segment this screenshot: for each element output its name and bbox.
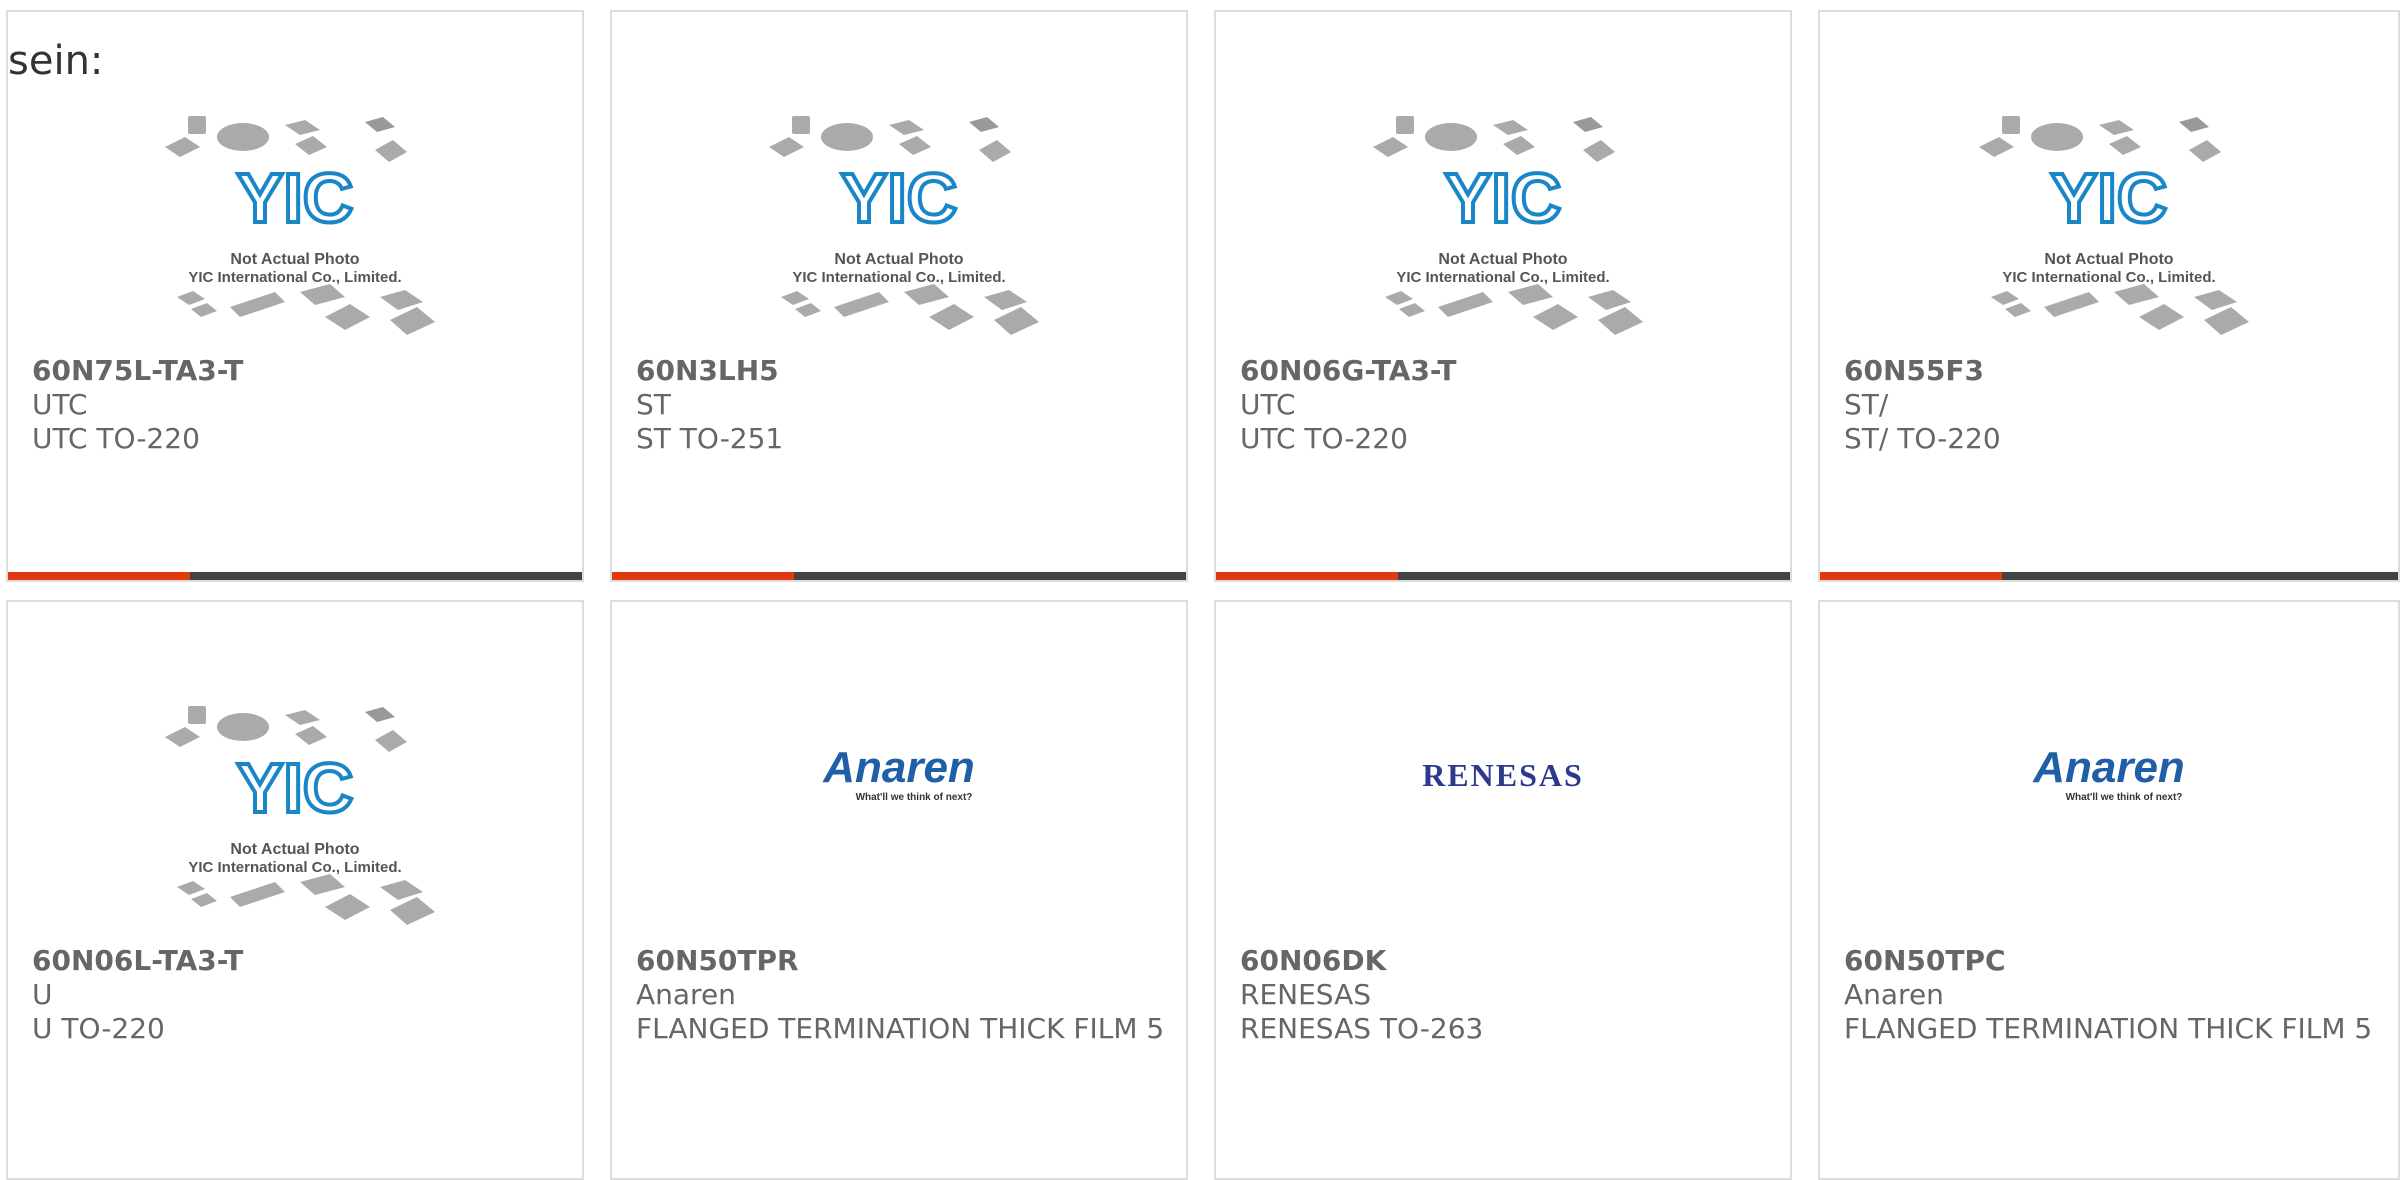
product-card[interactable]: RENESAS 60N06DK RENESAS RENESAS TO-263 xyxy=(1214,600,1792,1180)
product-description: RENESAS TO-263 xyxy=(1240,1012,1484,1045)
brand-name: Anaren xyxy=(1844,978,1944,1011)
part-number[interactable]: 60N06DK xyxy=(1240,944,1770,978)
part-number[interactable]: 60N55F3 xyxy=(1844,354,2374,388)
product-image-anaren-logo[interactable]: Anaren What'll we think of next? xyxy=(1820,682,2398,952)
card-accent-bar xyxy=(8,572,190,580)
product-card[interactable]: YIC Not Actual Photo YIC International C… xyxy=(1818,10,2400,582)
placeholder-line2: YIC International Co., Limited. xyxy=(188,859,401,876)
product-card[interactable]: Anaren What'll we think of next? 60N50TP… xyxy=(610,600,1188,1180)
renesas-logo-text: RENESAS xyxy=(1422,757,1584,793)
product-card[interactable]: YIC Not Actual Photo YIC International C… xyxy=(610,10,1188,582)
part-number[interactable]: 60N50TPR xyxy=(636,944,1166,978)
card-bottom-bar xyxy=(612,572,1186,580)
intro-text: sein: xyxy=(8,38,104,84)
card-accent-bar xyxy=(1820,572,2002,580)
anaren-logo-text: Anaren xyxy=(822,743,975,792)
product-description: UTC TO-220 xyxy=(1240,422,1408,455)
yic-placeholder-image: YIC Not Actual Photo YIC International C… xyxy=(1373,116,1643,335)
product-card[interactable]: Anaren What'll we think of next? 60N50TP… xyxy=(1818,600,2400,1180)
svg-text:YIC: YIC xyxy=(237,749,354,827)
svg-text:YIC: YIC xyxy=(1445,159,1562,237)
product-image-yic-placeholder[interactable]: YIC Not Actual Photo YIC International C… xyxy=(612,92,1186,362)
placeholder-line2: YIC International Co., Limited. xyxy=(792,269,1005,286)
product-image-yic-placeholder[interactable]: YIC Not Actual Photo YIC International C… xyxy=(8,92,582,362)
part-number[interactable]: 60N3LH5 xyxy=(636,354,1166,388)
card-accent-bar xyxy=(612,572,794,580)
anaren-logo-text: Anaren xyxy=(2032,743,2185,792)
placeholder-line1: Not Actual Photo xyxy=(230,251,359,268)
product-card[interactable]: YIC Not Actual Photo YIC International C… xyxy=(6,600,584,1180)
anaren-logo: Anaren What'll we think of next? xyxy=(2032,743,2185,803)
card-bottom-bar xyxy=(1216,572,1790,580)
product-card[interactable]: YIC Not Actual Photo YIC International C… xyxy=(1214,10,1792,582)
product-card[interactable]: YIC Not Actual Photo YIC International C… xyxy=(6,10,584,582)
product-description: FLANGED TERMINATION THICK FILM 5 xyxy=(636,1012,1165,1045)
card-bottom-bar xyxy=(8,572,582,580)
yic-placeholder-image: YIC Not Actual Photo YIC International C… xyxy=(769,116,1039,335)
part-number[interactable]: 60N06G-TA3-T xyxy=(1240,354,1770,388)
placeholder-line2: YIC International Co., Limited. xyxy=(188,269,401,286)
product-image-yic-placeholder[interactable]: YIC Not Actual Photo YIC International C… xyxy=(8,682,582,952)
product-image-yic-placeholder[interactable]: YIC Not Actual Photo YIC International C… xyxy=(1216,92,1790,362)
svg-text:YIC: YIC xyxy=(2051,159,2168,237)
part-number[interactable]: 60N06L-TA3-T xyxy=(32,944,562,978)
product-image-renesas-logo[interactable]: RENESAS xyxy=(1216,682,1790,952)
placeholder-line1: Not Actual Photo xyxy=(2044,251,2173,268)
anaren-logo: Anaren What'll we think of next? xyxy=(822,743,975,803)
renesas-logo: RENESAS xyxy=(1422,757,1584,793)
svg-text:YIC: YIC xyxy=(841,159,958,237)
anaren-logo-tagline: What'll we think of next? xyxy=(856,792,973,803)
anaren-logo-tagline: What'll we think of next? xyxy=(2066,792,2183,803)
placeholder-line1: Not Actual Photo xyxy=(1438,251,1567,268)
card-accent-bar xyxy=(1216,572,1398,580)
placeholder-line1: Not Actual Photo xyxy=(230,841,359,858)
card-bottom-bar xyxy=(1820,572,2398,580)
yic-placeholder-image: YIC Not Actual Photo YIC International C… xyxy=(165,706,435,925)
brand-name: U xyxy=(32,978,53,1011)
brand-name: RENESAS xyxy=(1240,978,1372,1011)
placeholder-line1: Not Actual Photo xyxy=(834,251,963,268)
yic-placeholder-image: YIC Not Actual Photo YIC International C… xyxy=(1979,116,2249,335)
brand-name: UTC xyxy=(1240,388,1296,421)
product-description: ST/ TO-220 xyxy=(1844,422,2001,455)
brand-name: ST/ xyxy=(1844,388,1889,421)
product-grid: YIC Not Actual Photo YIC International C… xyxy=(0,0,2400,1180)
product-description: UTC TO-220 xyxy=(32,422,200,455)
part-number[interactable]: 60N50TPC xyxy=(1844,944,2374,978)
part-number[interactable]: 60N75L-TA3-T xyxy=(32,354,562,388)
brand-name: UTC xyxy=(32,388,88,421)
product-description: FLANGED TERMINATION THICK FILM 5 xyxy=(1844,1012,2373,1045)
product-image-yic-placeholder[interactable]: YIC Not Actual Photo YIC International C… xyxy=(1820,92,2398,362)
brand-name: ST xyxy=(636,388,671,421)
yic-placeholder-image: YIC Not Actual Photo YIC International C… xyxy=(165,116,435,335)
placeholder-line2: YIC International Co., Limited. xyxy=(1396,269,1609,286)
brand-name: Anaren xyxy=(636,978,736,1011)
product-description: U TO-220 xyxy=(32,1012,165,1045)
product-description: ST TO-251 xyxy=(636,422,784,455)
product-image-anaren-logo[interactable]: Anaren What'll we think of next? xyxy=(612,682,1186,952)
placeholder-line2: YIC International Co., Limited. xyxy=(2002,269,2215,286)
svg-text:YIC: YIC xyxy=(237,159,354,237)
